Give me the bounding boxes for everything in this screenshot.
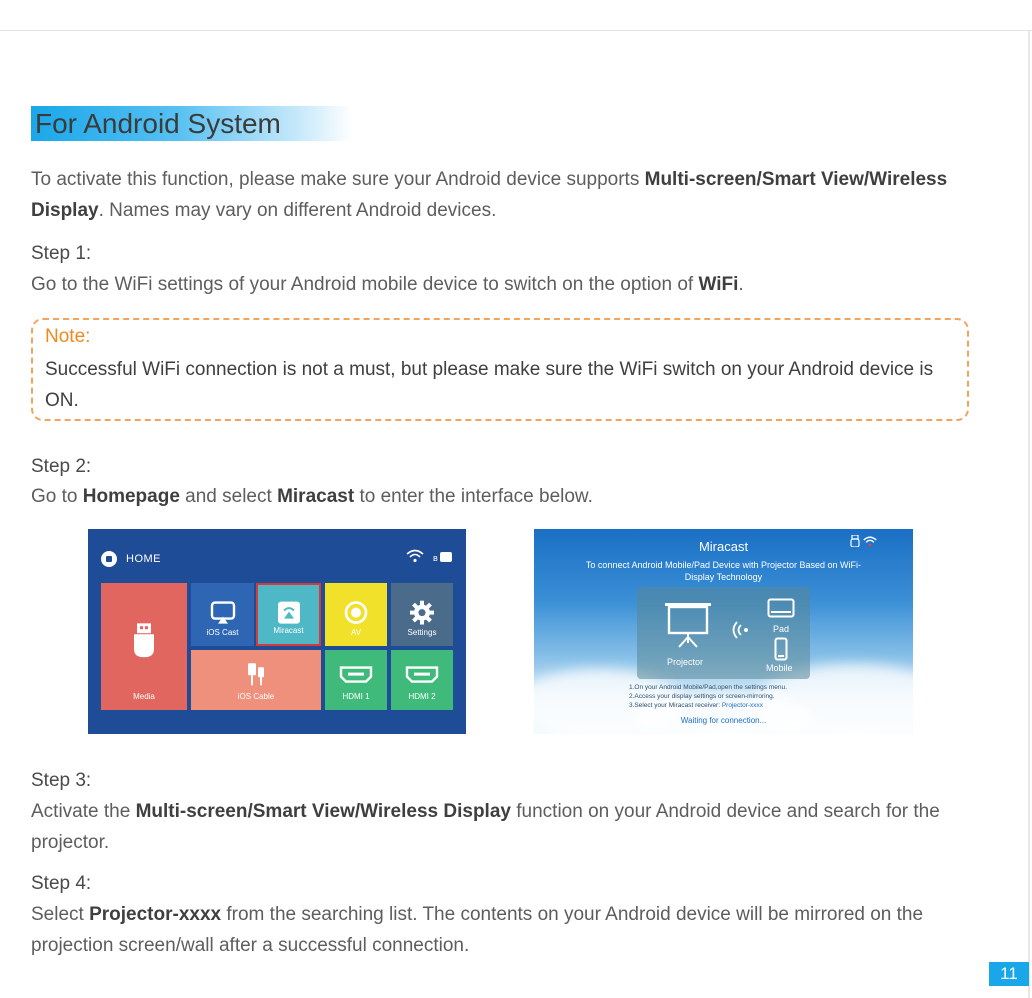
- step2-bold-homepage: Homepage: [82, 486, 180, 507]
- note-box: Note: Successful WiFi connection is not …: [31, 318, 969, 421]
- miracast-title: Miracast: [698, 539, 749, 554]
- av-icon: [344, 600, 368, 624]
- waiting-status: Waiting for connection...: [680, 716, 767, 725]
- note-label: Note:: [45, 326, 91, 347]
- step1-label: Step 1:: [31, 243, 92, 264]
- tile-ios-cable-label: iOS Cable: [237, 692, 275, 701]
- step4-bold: Projector-xxxx: [89, 904, 222, 925]
- usb-drive-icon: [134, 622, 154, 657]
- step1-bold: WiFi: [698, 274, 739, 295]
- home-icon: [101, 551, 117, 567]
- right-divider: [1028, 30, 1030, 998]
- step2-text: Go to: [31, 486, 83, 507]
- projector-screen-icon: [665, 603, 711, 648]
- tile-hdmi2-label: HDMI 2: [408, 692, 436, 701]
- hdmi-icon: [339, 666, 373, 683]
- tile-av-label: AV: [350, 628, 362, 637]
- step2-paragraph: Go to Homepage and select Miracast to en…: [31, 481, 991, 512]
- gear-icon: [410, 600, 434, 625]
- mobile-label: Mobile: [766, 663, 793, 673]
- pad-label: Pad: [773, 624, 790, 634]
- tile-miracast-label: Miracast: [273, 626, 304, 635]
- tile-hdmi1-label: HDMI 1: [342, 692, 370, 701]
- intro-paragraph: To activate this function, please make s…: [31, 164, 991, 226]
- instruction-2: 2.Access your display settings or screen…: [629, 693, 775, 700]
- connection-diagram-panel: Projector Pad Mobile: [637, 587, 810, 679]
- battery-icon: [440, 552, 452, 562]
- step1-text-end: .: [738, 274, 744, 295]
- phone-icon: [774, 637, 788, 661]
- top-divider: [0, 30, 1032, 31]
- step3-text: Activate the: [31, 801, 136, 822]
- step1-text: Go to the WiFi settings of your Android …: [31, 274, 699, 295]
- signal-waves-icon: [732, 621, 748, 639]
- tile-media: Media: [101, 583, 187, 710]
- instruction-3-receiver: Projector-xxxx: [721, 702, 764, 709]
- page-number: 11: [989, 962, 1029, 986]
- instruction-3: 3.Select your Miracast receiver: Project…: [629, 701, 763, 710]
- step3-label: Step 3:: [31, 770, 92, 791]
- airplay-icon: [210, 600, 235, 624]
- tile-hdmi2: HDMI 2: [391, 650, 453, 710]
- tablet-icon: [767, 598, 795, 618]
- step4-paragraph: Select Projector-xxxx from the searching…: [31, 899, 981, 961]
- intro-text-end: . Names may vary on different Android de…: [98, 200, 497, 221]
- hdmi-icon: [405, 666, 439, 683]
- step2-text-mid: and select: [179, 486, 278, 507]
- tile-ios-cast-label: iOS Cast: [206, 628, 239, 637]
- tile-media-label: Media: [133, 692, 155, 701]
- bluetooth-icon: ʙ: [433, 553, 438, 563]
- intro-text: To activate this function, please make s…: [31, 169, 645, 190]
- step4-text: Select: [31, 904, 90, 925]
- tile-av: AV: [325, 583, 387, 646]
- step2-text-end: to enter the interface below.: [354, 486, 593, 507]
- tile-settings-label: Settings: [407, 628, 437, 637]
- cable-icon: [248, 663, 264, 686]
- tile-ios-cast: iOS Cast: [191, 583, 254, 646]
- wifi-icon: [406, 549, 424, 563]
- miracast-screen-illustration: Miracast To connect Android Mobile/Pad D…: [534, 529, 913, 734]
- step3-paragraph: Activate the Multi-screen/Smart View/Wir…: [31, 796, 981, 858]
- step4-label: Step 4:: [31, 873, 92, 894]
- instruction-1: 1.On your Android Mobile/Pad,open the se…: [629, 684, 787, 691]
- miracast-subtitle: To connect Android Mobile/Pad Device wit…: [585, 560, 862, 582]
- note-text: Successful WiFi connection is not a must…: [45, 359, 934, 411]
- tile-hdmi1: HDMI 1: [325, 650, 387, 710]
- tile-miracast: Miracast: [256, 583, 321, 646]
- step3-bold: Multi-screen/Smart View/Wireless Display: [135, 801, 511, 822]
- step2-bold-miracast: Miracast: [277, 486, 355, 507]
- instruction-3-text: 3.Select your Miracast receiver:: [629, 702, 722, 709]
- section-title: For Android System: [31, 106, 353, 141]
- tile-settings: Settings: [391, 583, 453, 646]
- home-header: HOME: [126, 553, 161, 565]
- home-screen-illustration: HOME ʙ Media iOS Cast Miracast AV Settin…: [88, 529, 466, 734]
- step1-paragraph: Go to the WiFi settings of your Android …: [31, 269, 991, 300]
- projector-label: Projector: [667, 657, 704, 667]
- miracast-icon: [277, 601, 300, 624]
- step2-label: Step 2:: [31, 456, 92, 477]
- tile-ios-cable: iOS Cable: [191, 650, 321, 710]
